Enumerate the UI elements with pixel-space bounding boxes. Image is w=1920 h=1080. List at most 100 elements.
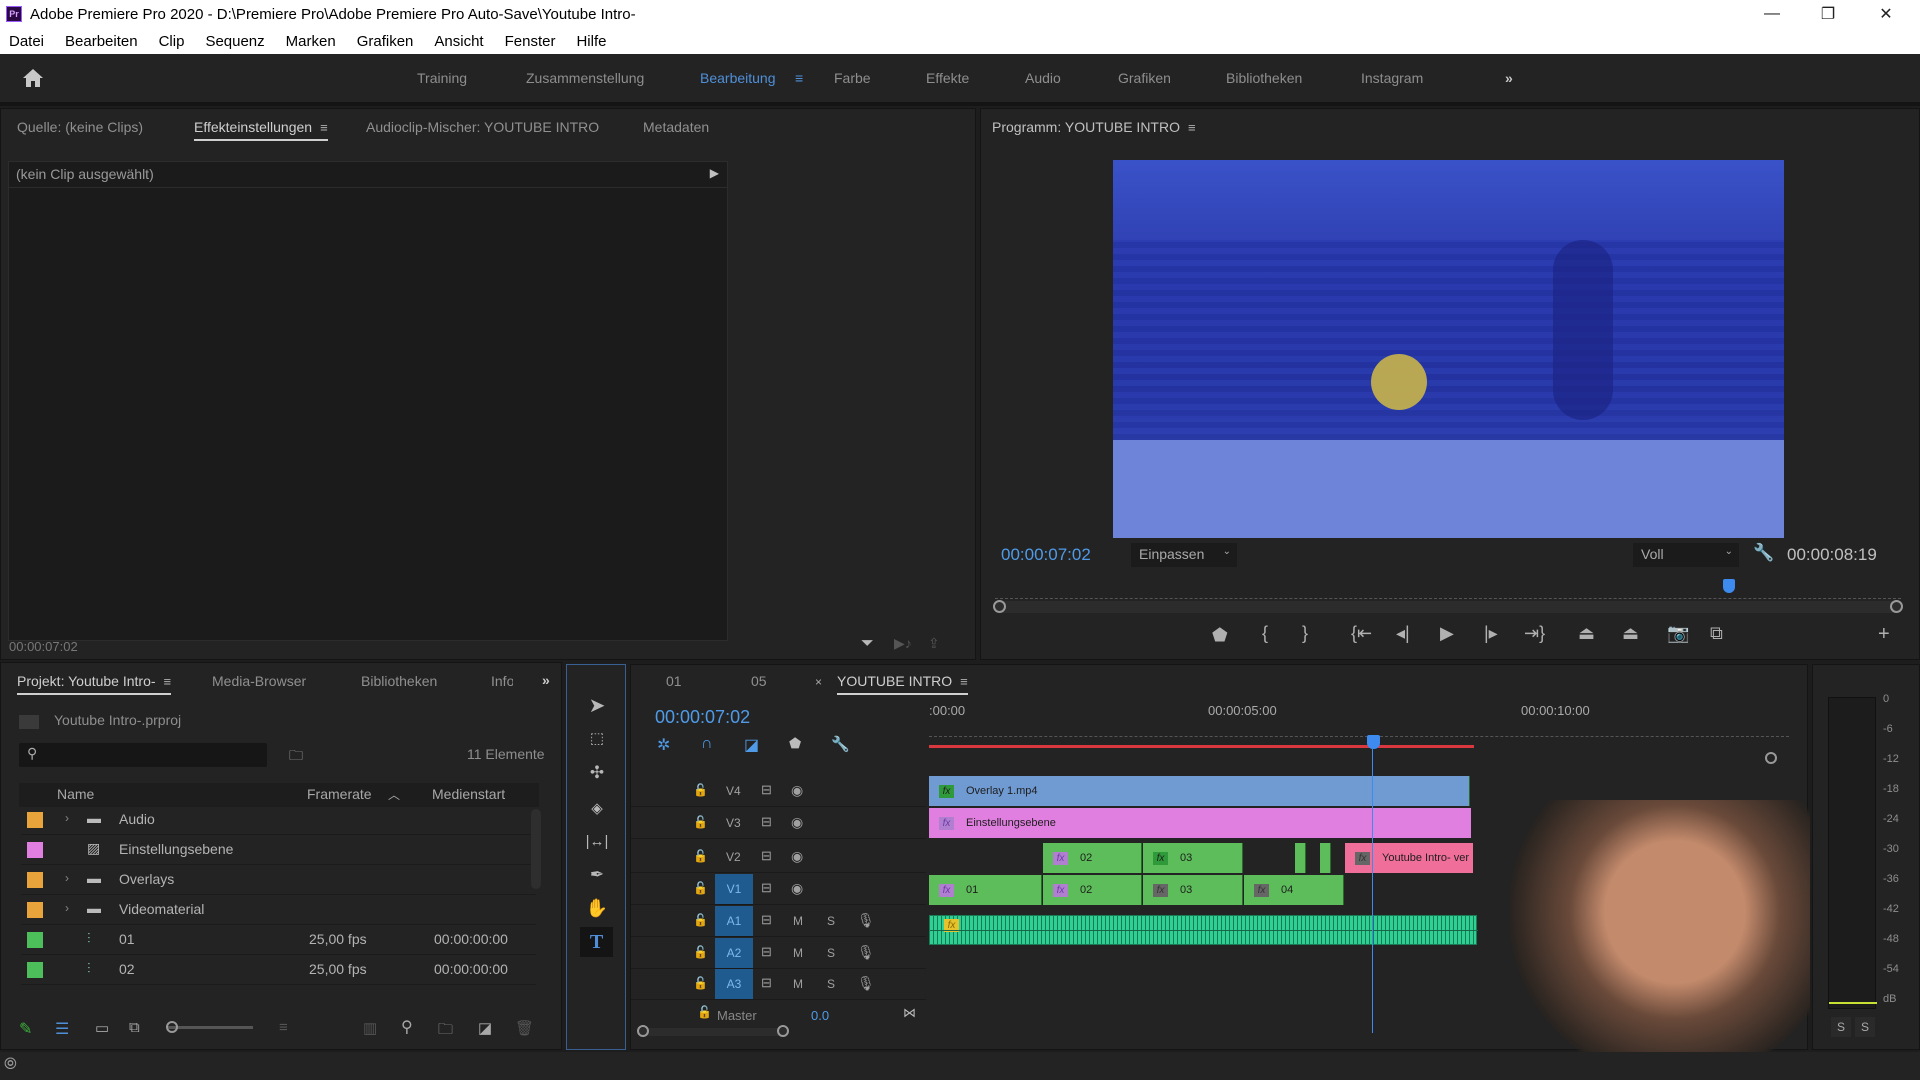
video-preview[interactable] bbox=[1113, 160, 1784, 538]
clip-v1-02[interactable]: fx 02 bbox=[1043, 875, 1142, 905]
find-icon[interactable]: ⚲ bbox=[401, 1017, 413, 1037]
mark-out-button[interactable]: } bbox=[1302, 623, 1308, 644]
slip-tool-icon[interactable]: |↔| bbox=[573, 826, 621, 856]
menu-datei[interactable]: Datei bbox=[9, 33, 44, 50]
maximize-button[interactable]: ❐ bbox=[1800, 0, 1856, 28]
mark-in-button[interactable]: { bbox=[1262, 623, 1268, 644]
label-color-swatch[interactable] bbox=[27, 872, 43, 888]
pen-tool-icon[interactable]: ✒ bbox=[573, 860, 621, 890]
minimize-button[interactable]: — bbox=[1744, 0, 1800, 28]
snap-magnet-icon[interactable]: ∩ bbox=[701, 735, 713, 753]
workspace-overflow-button[interactable]: » bbox=[1505, 70, 1513, 86]
tab-effect-controls[interactable]: Effekteinstellungen ≡ bbox=[194, 119, 328, 141]
lock-icon[interactable]: 🔓 bbox=[697, 1005, 712, 1019]
add-button[interactable]: + bbox=[1878, 623, 1890, 646]
tab-libraries[interactable]: Bibliotheken bbox=[361, 673, 437, 689]
tab-youtube-intro[interactable]: YOUTUBE INTRO ≡ bbox=[837, 673, 968, 695]
workspace-training[interactable]: Training bbox=[417, 70, 467, 86]
tab-source[interactable]: Quelle: (keine Clips) bbox=[17, 119, 143, 135]
snap-nest-icon[interactable]: ✲ bbox=[657, 735, 670, 755]
mute-button[interactable]: M bbox=[793, 946, 803, 960]
clip-v2-small[interactable] bbox=[1320, 843, 1331, 873]
selection-tool-icon[interactable]: ➤ bbox=[573, 690, 621, 720]
step-back-button[interactable]: ◂| bbox=[1396, 623, 1410, 644]
eye-icon[interactable]: ◉ bbox=[791, 814, 803, 831]
step-forward-button[interactable]: |▸ bbox=[1484, 623, 1498, 644]
expand-chevron-icon[interactable]: › bbox=[65, 871, 69, 885]
project-item[interactable]: ▨ Einstellungsebene bbox=[21, 835, 536, 865]
add-marker-icon[interactable]: ⬟ bbox=[789, 735, 801, 752]
panel-overflow-button[interactable]: » bbox=[542, 672, 550, 688]
sync-lock-icon[interactable]: ⊟ bbox=[761, 848, 772, 864]
type-tool-icon[interactable]: T bbox=[580, 927, 613, 957]
menu-marken[interactable]: Marken bbox=[286, 33, 336, 50]
master-volume-value[interactable]: 0.0 bbox=[811, 1008, 829, 1023]
eye-icon[interactable]: ◉ bbox=[791, 880, 803, 897]
panel-menu-icon[interactable]: ≡ bbox=[1188, 120, 1196, 135]
lock-icon[interactable]: 🔓 bbox=[693, 976, 708, 990]
solo-right-button[interactable]: S bbox=[1855, 1017, 1875, 1037]
label-color-swatch[interactable] bbox=[27, 902, 43, 918]
menu-grafiken[interactable]: Grafiken bbox=[357, 33, 414, 50]
lock-icon[interactable]: 🔓 bbox=[693, 881, 708, 895]
workspace-grafiken[interactable]: Grafiken bbox=[1118, 70, 1171, 86]
play-button[interactable]: ▶ bbox=[1440, 623, 1454, 644]
project-item[interactable]: › ▬ Audio bbox=[21, 805, 536, 835]
clip-audio-a1[interactable]: fx bbox=[929, 915, 1478, 945]
panel-menu-icon[interactable]: ≡ bbox=[320, 120, 328, 135]
creative-cloud-icon[interactable]: ⦾ bbox=[4, 1056, 17, 1074]
clip-overlay[interactable]: fx Overlay 1.mp4 bbox=[929, 776, 1470, 806]
sync-lock-icon[interactable]: ⊟ bbox=[761, 814, 772, 830]
lock-icon[interactable]: 🔓 bbox=[693, 815, 708, 829]
track-target-toggle[interactable]: V1 bbox=[715, 874, 753, 904]
vertical-zoom-handle[interactable] bbox=[1765, 752, 1777, 764]
track-select-tool-icon[interactable]: ⬚ bbox=[573, 723, 621, 753]
workspace-audio[interactable]: Audio bbox=[1025, 70, 1061, 86]
home-icon[interactable] bbox=[22, 68, 44, 88]
trash-icon[interactable]: 🗑 bbox=[515, 1019, 534, 1037]
sync-lock-icon[interactable]: ⊟ bbox=[761, 880, 772, 896]
label-color-swatch[interactable] bbox=[27, 932, 43, 948]
freeform-view-icon[interactable]: ⧉ bbox=[129, 1019, 140, 1036]
track-target-toggle[interactable]: A2 bbox=[715, 938, 753, 968]
solo-left-button[interactable]: S bbox=[1831, 1017, 1851, 1037]
find-folder-icon[interactable]: 🗀 bbox=[289, 745, 303, 769]
playback-resolution-select[interactable]: Voll ⌄ bbox=[1633, 543, 1739, 567]
menu-fenster[interactable]: Fenster bbox=[505, 33, 556, 50]
linked-selection-icon[interactable]: ◪ bbox=[744, 735, 759, 755]
lock-icon[interactable]: 🔓 bbox=[693, 783, 708, 797]
project-search-input[interactable]: ⚲ bbox=[19, 743, 267, 767]
program-current-timecode[interactable]: 00:00:07:02 bbox=[1001, 545, 1091, 565]
razor-tool-icon[interactable]: ◈ bbox=[573, 793, 621, 823]
column-medienstart[interactable]: Medienstart bbox=[432, 786, 505, 802]
panel-menu-icon[interactable]: ≡ bbox=[164, 674, 172, 689]
clip-v1-01[interactable]: fx 01 bbox=[929, 875, 1042, 905]
workspace-menu-icon[interactable]: ≡ bbox=[795, 70, 803, 86]
microphone-icon[interactable]: 🎙 bbox=[857, 912, 875, 929]
menu-ansicht[interactable]: Ansicht bbox=[434, 33, 483, 50]
add-marker-button[interactable]: ⬟ bbox=[1212, 625, 1228, 646]
play-audio-icon[interactable]: ▶♪ bbox=[894, 635, 912, 652]
solo-button[interactable]: S bbox=[827, 946, 835, 960]
clip-adjustment-layer[interactable]: fx Einstellungsebene bbox=[929, 808, 1471, 838]
playhead[interactable] bbox=[1722, 579, 1735, 593]
label-color-swatch[interactable] bbox=[27, 842, 43, 858]
tab-sequence-05[interactable]: 05 bbox=[751, 673, 767, 689]
zoom-level-select[interactable]: Einpassen ⌄ bbox=[1131, 543, 1237, 567]
track-target-toggle[interactable]: V4 bbox=[726, 784, 741, 798]
label-color-swatch[interactable] bbox=[27, 962, 43, 978]
eye-icon[interactable]: ◉ bbox=[791, 848, 803, 865]
scroll-handle-right[interactable] bbox=[1890, 600, 1903, 613]
tab-info[interactable]: Info bbox=[491, 673, 513, 689]
go-to-next-edit-icon[interactable]: ⋈ bbox=[903, 1005, 916, 1021]
workspace-instagram[interactable]: Instagram bbox=[1361, 70, 1423, 86]
tab-project[interactable]: Projekt: Youtube Intro- ≡ bbox=[17, 673, 172, 695]
scroll-handle-right[interactable] bbox=[777, 1025, 789, 1037]
workspace-bibliotheken[interactable]: Bibliotheken bbox=[1226, 70, 1302, 86]
timeline-playhead-handle[interactable] bbox=[1367, 735, 1380, 749]
project-item[interactable]: › ▬ Videomaterial bbox=[21, 895, 536, 925]
scroll-handle-left[interactable] bbox=[993, 600, 1006, 613]
slider-handle[interactable] bbox=[166, 1021, 178, 1033]
pencil-icon[interactable]: ✎ bbox=[19, 1019, 32, 1039]
automate-to-sequence-icon[interactable]: ▥ bbox=[363, 1019, 377, 1037]
